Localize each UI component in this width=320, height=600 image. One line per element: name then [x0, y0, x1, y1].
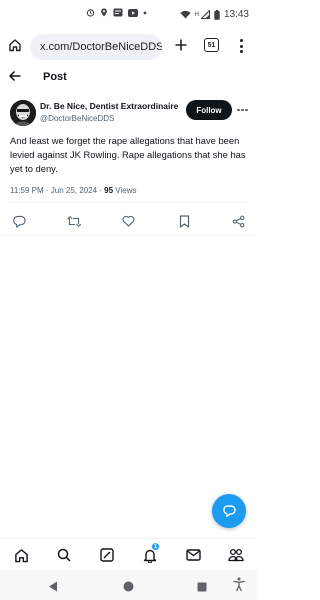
share-button[interactable]	[231, 214, 245, 228]
message-icon	[113, 8, 123, 17]
status-notification-icons	[86, 8, 147, 17]
home-icon	[14, 548, 28, 562]
more-dot	[245, 108, 248, 112]
divider	[10, 202, 247, 203]
like-button[interactable]	[121, 214, 135, 228]
nav-messages[interactable]	[185, 547, 201, 563]
signal-icon	[200, 10, 210, 19]
browser-toolbar: x.com/DoctorBeNiceDDS 51	[0, 30, 257, 64]
accessibility-button[interactable]	[233, 577, 245, 592]
dot-icon	[143, 11, 147, 14]
nav-search[interactable]	[56, 547, 72, 563]
url-text: x.com/DoctorBeNiceDDS	[40, 41, 162, 53]
system-navigation-bar	[0, 570, 257, 600]
follow-button[interactable]: Follow	[186, 100, 232, 120]
status-bar: H 13:43	[0, 0, 257, 30]
system-back-button[interactable]	[48, 579, 60, 592]
follow-label: Follow	[196, 105, 222, 115]
square-recents-icon	[197, 582, 207, 592]
menu-dot	[239, 44, 243, 48]
tab-switcher-button[interactable]: 51	[204, 38, 219, 52]
heart-icon	[122, 215, 134, 227]
back-button[interactable]	[8, 69, 24, 85]
network-type: H	[194, 11, 199, 18]
notification-badge: 1	[151, 542, 160, 551]
compose-message-icon	[223, 505, 236, 518]
avatar-image	[10, 100, 36, 126]
home-button[interactable]	[6, 36, 24, 54]
post-actions	[0, 210, 257, 232]
battery-icon	[214, 9, 220, 20]
avatar[interactable]	[10, 100, 36, 126]
repost-icon	[67, 215, 81, 227]
page-header: Post	[0, 66, 257, 90]
status-system-icons: H 13:43	[179, 9, 249, 20]
more-options-button[interactable]	[237, 107, 249, 113]
post-meta: 11:59 PM · Jun 25, 2024 · 95 Views	[10, 186, 136, 195]
views-count: 95	[104, 186, 114, 195]
home-icon	[9, 39, 21, 52]
post-timestamp[interactable]: 11:59 PM · Jun 25, 2024 ·	[10, 186, 104, 195]
tab-count: 51	[207, 41, 216, 49]
alarm-icon	[86, 9, 95, 17]
browser-menu-button[interactable]	[236, 37, 246, 55]
page-title: Post	[43, 71, 67, 83]
bookmark-icon	[179, 214, 189, 228]
triangle-back-icon	[49, 581, 57, 592]
accessibility-icon	[233, 577, 245, 592]
reply-button[interactable]	[12, 214, 26, 228]
location-icon	[101, 8, 107, 17]
nav-communities[interactable]	[228, 547, 244, 563]
reply-icon	[12, 215, 26, 228]
address-bar[interactable]: x.com/DoctorBeNiceDDS	[30, 34, 162, 60]
author-name[interactable]: Dr. Be Nice, Dentist Extraordinaire	[40, 101, 178, 111]
mail-icon	[185, 549, 201, 561]
grok-icon	[100, 548, 114, 562]
more-dot	[237, 108, 240, 112]
plus-icon	[175, 39, 187, 51]
more-dot	[241, 108, 244, 112]
author-handle[interactable]: @DoctorBeNiceDDS	[40, 114, 114, 123]
nav-notifications[interactable]: 1	[142, 542, 160, 563]
system-recents-button[interactable]	[197, 579, 209, 592]
repost-button[interactable]	[67, 214, 81, 228]
views-label: Views	[113, 186, 137, 195]
people-icon	[228, 548, 244, 562]
menu-dot	[239, 39, 243, 42]
divider	[0, 235, 257, 236]
status-time: 13:43	[223, 9, 249, 20]
compose-button[interactable]	[212, 494, 246, 528]
bottom-nav: 1	[0, 538, 257, 570]
menu-dot	[239, 50, 243, 53]
bookmark-button[interactable]	[177, 214, 191, 228]
system-home-button[interactable]	[123, 579, 135, 592]
new-tab-button[interactable]	[172, 36, 190, 54]
nav-home[interactable]	[13, 547, 29, 563]
nav-grok[interactable]	[99, 547, 115, 563]
share-icon	[232, 215, 244, 227]
circle-home-icon	[123, 581, 134, 592]
arrow-left-icon	[9, 70, 21, 82]
post-text: And least we forget the rape allegations…	[10, 135, 246, 174]
wifi-icon	[179, 10, 191, 19]
search-icon	[57, 548, 71, 562]
youtube-icon	[128, 8, 138, 17]
